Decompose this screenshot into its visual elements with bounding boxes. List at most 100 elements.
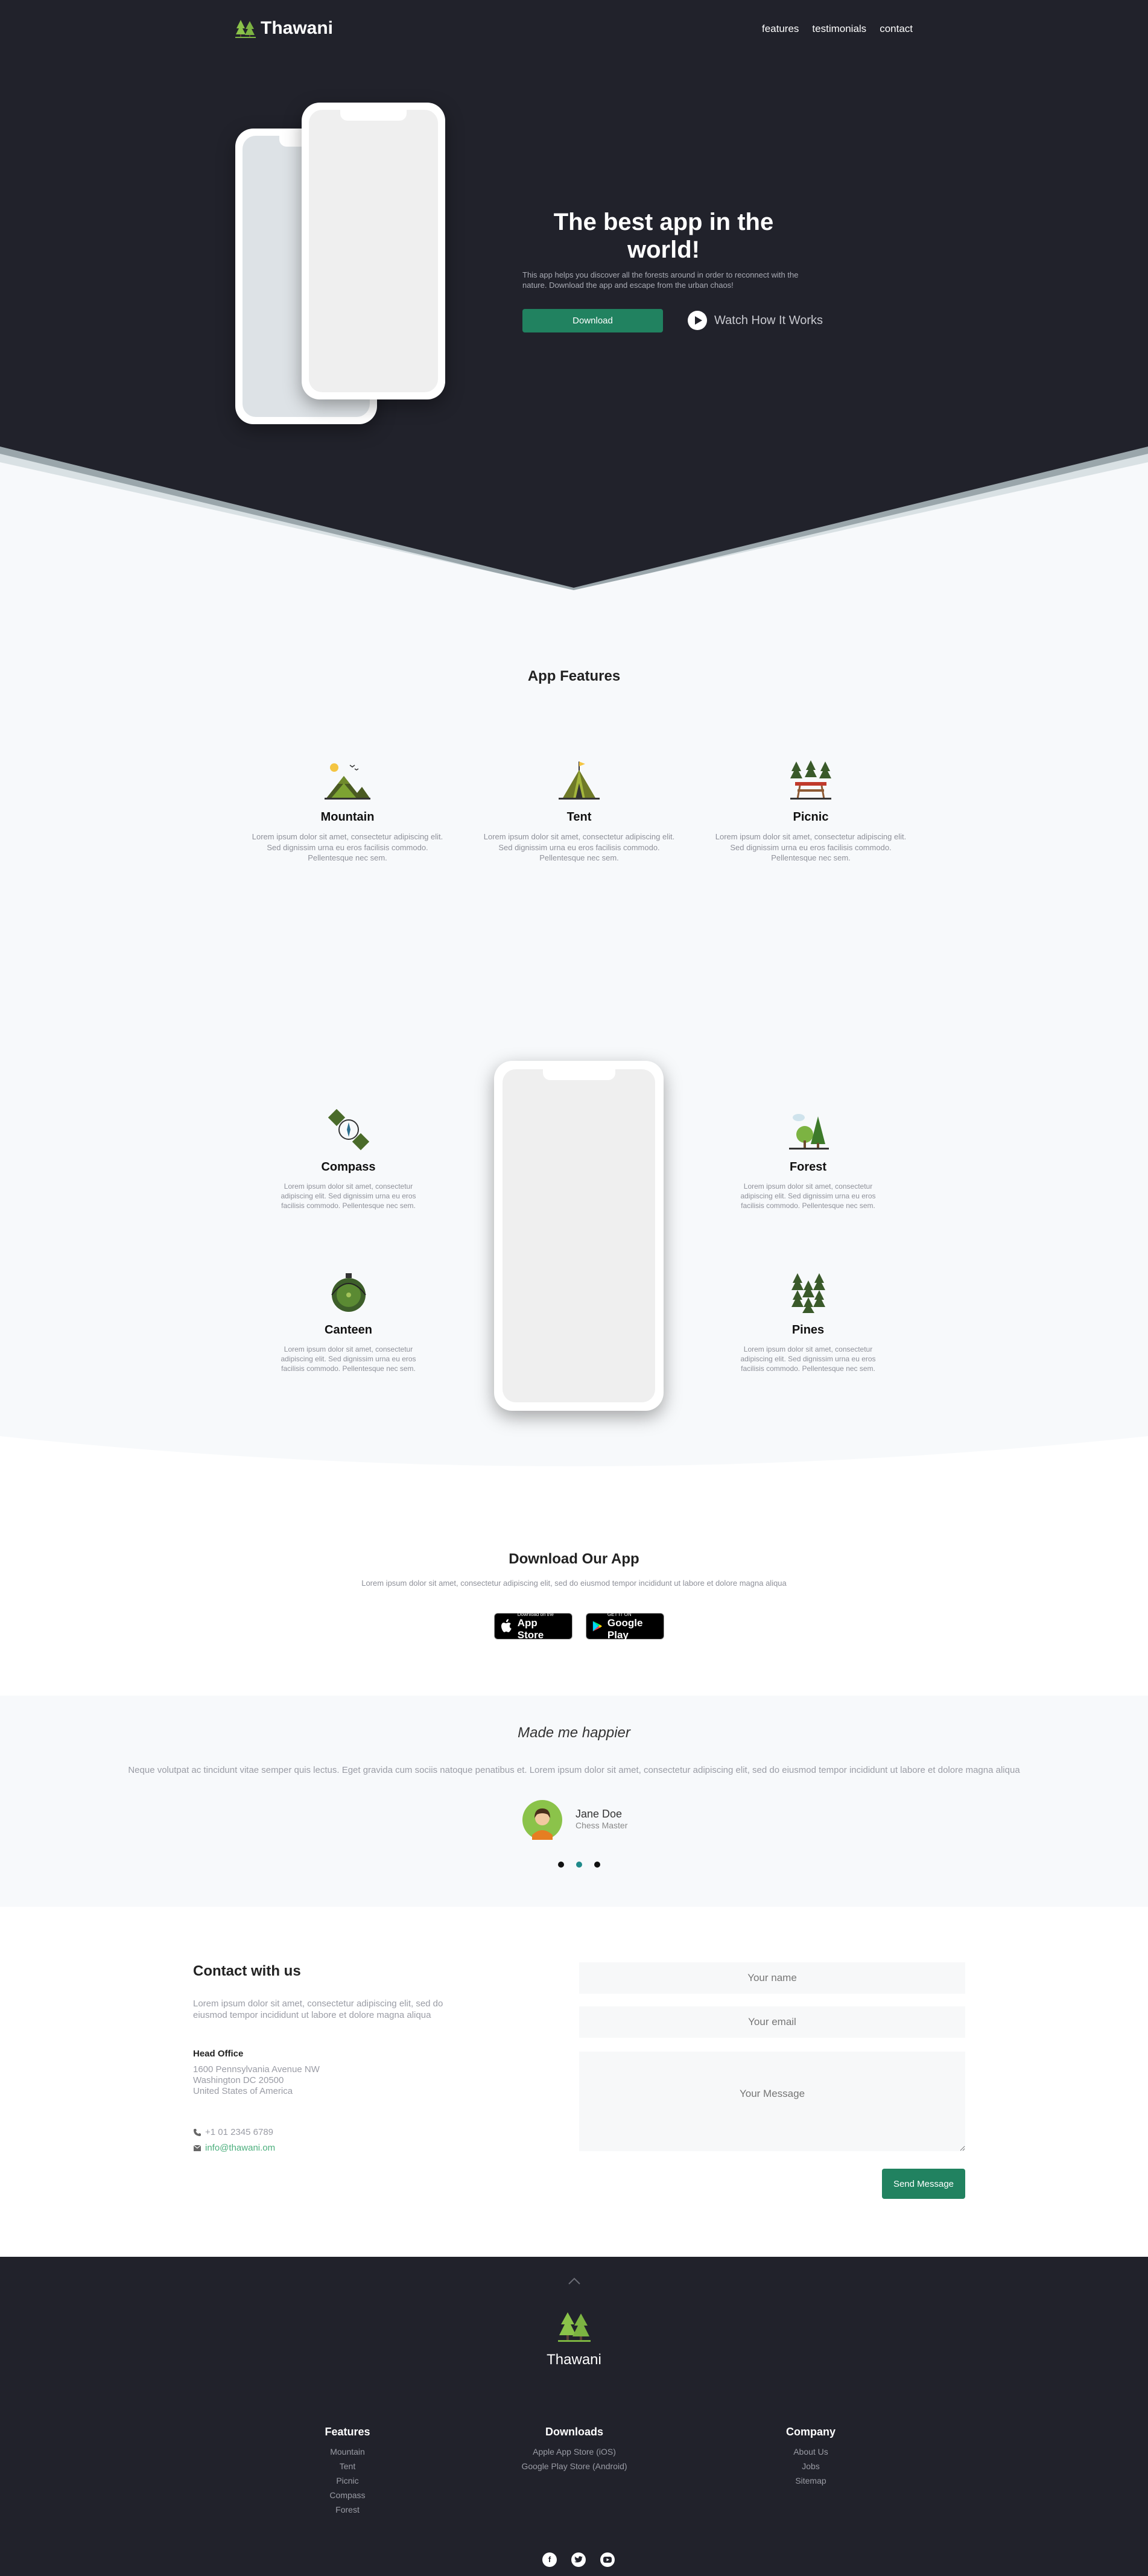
carousel-dot-2[interactable] (576, 1862, 582, 1868)
google-play-icon (592, 1621, 603, 1632)
footer-link[interactable]: Sitemap (732, 2476, 889, 2485)
feature-text: Lorem ipsum dolor sit amet, consectetur … (483, 832, 675, 863)
features-divider (0, 1436, 1148, 1496)
footer-link[interactable]: Picnic (269, 2476, 426, 2485)
google-play-small: GET IT ON (607, 1611, 632, 1617)
feature-tent: Tent Lorem ipsum dolor sit amet, consect… (483, 759, 676, 863)
picnic-icon (790, 760, 831, 800)
logo-text: Thawani (261, 18, 334, 38)
nav-features[interactable]: features (762, 23, 799, 35)
feature-title: Forest (789, 1160, 827, 1174)
office-title: Head Office (193, 2049, 244, 2059)
contact-email: info@thawani.om (193, 2143, 275, 2153)
phone-text: +1 01 2345 6789 (205, 2127, 274, 2137)
feature-text: Lorem ipsum dolor sit amet, consectetur … (252, 832, 443, 863)
footer-logo-text: Thawani (547, 2352, 601, 2368)
feature-title: Picnic (793, 810, 829, 824)
chevron-up-icon[interactable] (568, 2277, 581, 2285)
hero-divider (0, 447, 1148, 603)
watch-how-it-works-link[interactable]: Watch How It Works (688, 311, 823, 330)
footer-trees-logo-icon (558, 2312, 591, 2342)
contact-text: Lorem ipsum dolor sit amet, consectetur … (193, 1999, 443, 2020)
feature-title: Tent (566, 810, 592, 824)
footer (0, 2257, 1148, 2576)
footer-link[interactable]: Tent (269, 2461, 426, 2471)
canteen-icon (331, 1273, 366, 1312)
carousel-dot-3[interactable] (594, 1862, 600, 1868)
footer-column-company: Company About Us Jobs Sitemap (732, 2426, 889, 2490)
facebook-icon[interactable]: f (542, 2552, 557, 2567)
nav-contact[interactable]: contact (880, 23, 913, 35)
feature-mountain: Mountain Lorem ipsum dolor sit amet, con… (251, 759, 444, 863)
feature-text: Lorem ipsum dolor sit amet, consectetur … (715, 832, 907, 863)
send-message-button[interactable]: Send Message (882, 2169, 965, 2199)
feature-text: Lorem ipsum dolor sit amet, consectetur … (281, 1182, 416, 1210)
feature-compass: Compass Lorem ipsum dolor sit amet, cons… (277, 1108, 419, 1211)
address-line-1: 1600 Pennsylvania Avenue NW (193, 2064, 320, 2075)
footer-link[interactable]: Apple App Store (iOS) (496, 2447, 653, 2457)
contact-phone: +1 01 2345 6789 (193, 2127, 273, 2137)
forest-icon (788, 1114, 829, 1150)
feature-text: Lorem ipsum dolor sit amet, consectetur … (740, 1345, 876, 1373)
watch-label: Watch How It Works (714, 313, 823, 327)
avatar (522, 1800, 562, 1840)
testimonial-text: Neque volutpat ac tincidunt vitae semper… (128, 1765, 1020, 1775)
feature-title: Compass (321, 1160, 376, 1174)
address-line-2: Washington DC 20500 (193, 2075, 284, 2085)
feature-title: Pines (791, 1323, 825, 1337)
compass-icon (328, 1108, 369, 1151)
feature-text: Lorem ipsum dolor sit amet, consectetur … (281, 1345, 416, 1373)
carousel-dot-1[interactable] (558, 1862, 564, 1868)
feature-title: Canteen (325, 1323, 372, 1337)
phone-icon (194, 2128, 201, 2136)
download-button[interactable]: Download (522, 309, 663, 332)
youtube-icon[interactable] (600, 2552, 615, 2567)
feature-pines: Pines Lorem ipsum dolor sit amet, consec… (737, 1272, 879, 1374)
apple-icon (501, 1619, 512, 1632)
footer-column-features: Features Mountain Tent Picnic Compass Fo… (269, 2426, 426, 2519)
app-store-button[interactable]: Download on the App Store (494, 1611, 572, 1641)
feature-text: Lorem ipsum dolor sit amet, consectetur … (740, 1182, 876, 1210)
footer-column-downloads: Downloads Apple App Store (iOS) Google P… (496, 2426, 653, 2476)
app-store-big: App Store (517, 1617, 544, 1641)
download-title: Download Our App (509, 1551, 639, 1567)
email-input[interactable] (579, 2006, 965, 2038)
pines-icon (791, 1273, 825, 1313)
footer-link[interactable]: Forest (269, 2505, 426, 2514)
name-input[interactable] (579, 1962, 965, 1994)
email-link[interactable]: info@thawani.om (205, 2143, 275, 2153)
contact-title: Contact with us (193, 1963, 301, 1979)
testimonial-title: Made me happier (518, 1725, 630, 1741)
play-icon (688, 311, 707, 330)
footer-column-title: Features (325, 2426, 370, 2438)
feature-forest: Forest Lorem ipsum dolor sit amet, conse… (737, 1109, 879, 1211)
testimonial-role: Chess Master (576, 1821, 628, 1830)
google-play-button[interactable]: GET IT ON Google Play (586, 1611, 664, 1641)
footer-link[interactable]: Mountain (269, 2447, 426, 2457)
footer-link[interactable]: Jobs (732, 2461, 889, 2471)
download-text: Lorem ipsum dolor sit amet, consectetur … (361, 1579, 787, 1588)
testimonial-name: Jane Doe (576, 1808, 623, 1820)
nav-testimonials[interactable]: testimonials (812, 23, 866, 35)
tent-icon (559, 762, 600, 800)
message-textarea[interactable] (579, 2052, 965, 2151)
feature-canteen: Canteen Lorem ipsum dolor sit amet, cons… (277, 1272, 419, 1374)
app-store-small: Download on the (517, 1611, 554, 1617)
main-nav: features testimonials contact (762, 23, 913, 35)
footer-link[interactable]: Google Play Store (Android) (496, 2461, 653, 2471)
phone-mockup-front (302, 103, 445, 399)
feature-picnic: Picnic Lorem ipsum dolor sit amet, conse… (714, 759, 907, 863)
hero-section: Thawani features testimonials contact Th… (0, 0, 1148, 603)
google-play-big: Google Play (607, 1617, 643, 1641)
footer-link[interactable]: Compass (269, 2490, 426, 2500)
address-line-3: United States of America (193, 2086, 293, 2096)
trees-logo-icon (235, 20, 256, 38)
twitter-icon[interactable] (571, 2552, 586, 2567)
footer-column-title: Downloads (545, 2426, 603, 2438)
envelope-icon (193, 2145, 201, 2151)
footer-link[interactable]: About Us (732, 2447, 889, 2457)
phone-mockup-features (494, 1061, 664, 1411)
feature-title: Mountain (320, 810, 375, 824)
features-title: App Features (527, 668, 621, 684)
logo[interactable]: Thawani (235, 18, 333, 39)
